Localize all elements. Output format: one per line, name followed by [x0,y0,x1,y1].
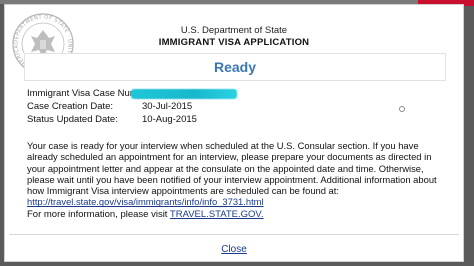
dialog-title: IMMIGRANT VISA APPLICATION [158,37,310,48]
footer-divider [9,234,459,235]
travel-state-gov-link[interactable]: TRAVEL.STATE.GOV. [170,209,264,220]
redacted-case-number [131,89,237,99]
status-panel: Ready [24,53,446,81]
status-updated-value: 10-Aug-2015 [142,114,197,125]
status-message: Your case is ready for your interview wh… [27,140,441,208]
case-status: Ready [213,59,257,75]
department-name: U.S. Department of State [180,25,288,36]
stray-circle-icon [399,106,405,112]
visa-status-dialog: DEPARTMENT OF STATE · UNITED STATES OF A… [4,4,464,262]
close-area: Close [5,244,463,255]
case-creation-value: 30-Jul-2015 [142,101,193,112]
more-info-line: For more information, please visit TRAVE… [27,209,264,220]
case-creation-label: Case Creation Date: [27,101,114,112]
more-info-text: For more information, please visit [27,209,170,220]
close-button[interactable]: Close [221,244,247,255]
status-message-text: Your case is ready for your interview wh… [27,140,437,197]
status-updated-label: Status Updated Date: [27,114,118,125]
info-link[interactable]: http://travel.state.gov/visa/immigrants/… [27,196,264,207]
